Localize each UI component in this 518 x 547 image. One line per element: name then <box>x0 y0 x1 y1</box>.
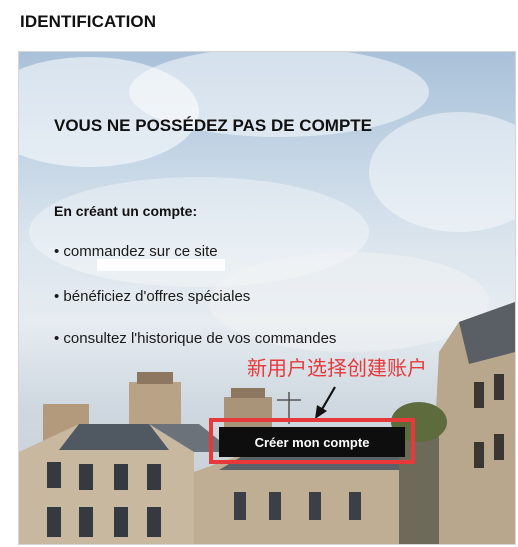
create-account-button[interactable]: Créer mon compte <box>219 427 405 457</box>
page-title: IDENTIFICATION <box>20 12 157 31</box>
benefits-intro: En créant un compte: <box>54 203 198 219</box>
annotation-arrow-icon <box>315 386 336 419</box>
no-account-heading: VOUS NE POSSÉDEZ PAS DE COMPTE <box>54 116 373 135</box>
benefit-item: • bénéficiez d'offres spéciales <box>54 288 251 305</box>
create-account-panel: VOUS NE POSSÉDEZ PAS DE COMPTE En créant… <box>18 51 516 545</box>
redaction-bar <box>97 259 225 271</box>
benefit-item: • commandez sur ce site <box>54 243 218 260</box>
annotation-label: 新用户选择创建账户 <box>247 356 427 380</box>
benefit-item: • consultez l'historique de vos commande… <box>54 330 337 347</box>
